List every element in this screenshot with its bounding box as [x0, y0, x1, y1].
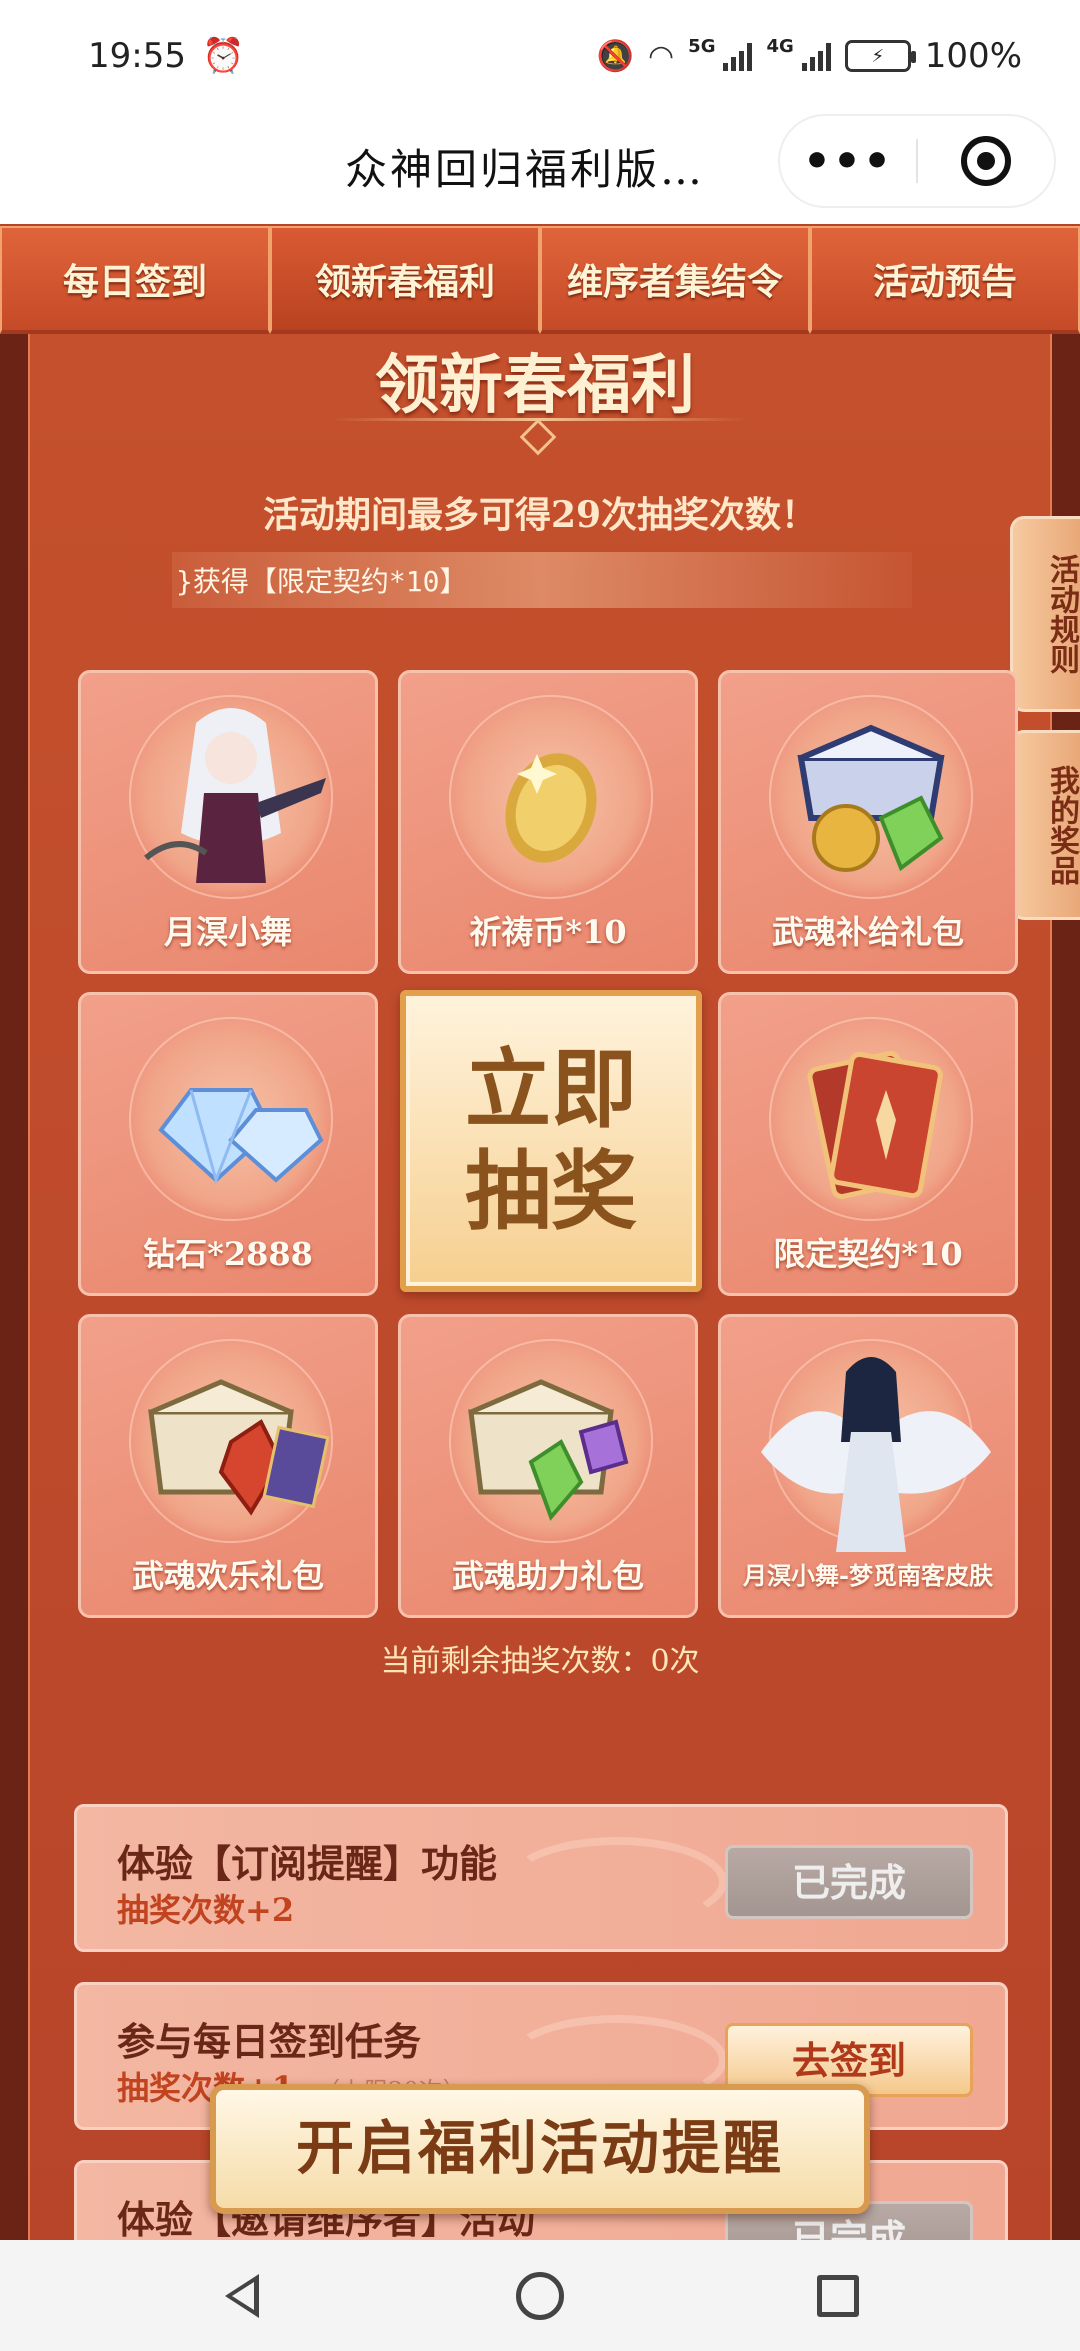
prize-cell: 钻石*2888	[78, 992, 378, 1296]
battery-icon: ⚡	[844, 40, 916, 72]
prize-cell: 武魂补给礼包	[718, 670, 1018, 974]
capsule-menu: •••	[778, 114, 1056, 208]
my-prizes-side-button[interactable]: 我的奖品	[1010, 730, 1080, 920]
character-portrait-icon	[81, 673, 375, 923]
tab-new-year-welfare[interactable]: 领新春福利	[270, 226, 540, 334]
contract-cards-icon	[721, 995, 1015, 1245]
prize-label: 祈祷币*10	[469, 913, 627, 951]
target-icon	[960, 136, 1011, 186]
prize-cell: 月溟小舞	[78, 670, 378, 974]
chest-crystal-icon	[81, 1317, 375, 1567]
more-button[interactable]: •••	[780, 136, 916, 187]
diamond-gems-icon	[81, 995, 375, 1245]
prize-cell: 限定契约*10	[718, 992, 1018, 1296]
task-completed-button[interactable]: 已完成	[725, 1845, 973, 1919]
page-title: 众神回归福利版…	[345, 145, 706, 194]
mute-icon: 🔕	[596, 38, 634, 74]
tab-daily-checkin[interactable]: 每日签到	[0, 226, 270, 334]
prize-label: 武魂补给礼包	[771, 913, 964, 951]
section-subtitle: 活动期间最多可得29次抽奖次数！	[262, 494, 818, 536]
prize-label: 月溟小舞	[163, 913, 292, 951]
tab-event-preview[interactable]: 活动预告	[810, 226, 1080, 334]
task-reward: 抽奖次数+2	[117, 1885, 294, 1931]
prize-cell: 武魂助力礼包	[398, 1314, 698, 1618]
recents-square-icon	[817, 2274, 859, 2317]
status-right: 🔕 ◠ 5G 4G ⚡ 100%	[597, 36, 1022, 76]
section-title: 领新春福利	[375, 348, 695, 423]
network-5g-label: 5G	[688, 36, 716, 57]
recents-button[interactable]	[689, 2274, 987, 2317]
tab-bar: 每日签到 领新春福利 维序者集结令 活动预告	[0, 226, 1080, 334]
network-4g-label: 4G	[766, 36, 794, 57]
character-skin-icon	[721, 1317, 1015, 1567]
chest-gems-icon	[401, 1317, 695, 1567]
draw-button-line2: 抽奖	[465, 1141, 637, 1242]
task-card: 体验【订阅提醒】功能 抽奖次数+2 已完成	[74, 1804, 1008, 1952]
prize-cell: 武魂欢乐礼包	[78, 1314, 378, 1618]
battery-percent: 100%	[924, 36, 1022, 76]
task-title: 体验【订阅提醒】功能	[117, 1841, 498, 1886]
prize-label: 月溟小舞-梦觅南客皮肤	[743, 1561, 993, 1590]
prize-label: 武魂欢乐礼包	[131, 1557, 324, 1595]
prize-label: 武魂助力礼包	[451, 1557, 644, 1595]
prize-label: 限定契约*10	[773, 1235, 963, 1273]
gold-coin-icon	[401, 673, 695, 923]
remaining-draws-text: 当前剩余抽奖次数：0次	[380, 1644, 700, 1679]
signal-5g-icon	[723, 41, 753, 71]
prize-cell: 祈祷币*10	[398, 670, 698, 974]
chest-coins-gems-icon	[721, 673, 1015, 923]
close-button[interactable]	[918, 136, 1054, 186]
home-button[interactable]	[391, 2271, 689, 2320]
system-nav-bar	[0, 2240, 1080, 2351]
status-bar: 19:55 ⏰ 🔕 ◠ 5G 4G ⚡ 100%	[0, 0, 1080, 112]
home-circle-icon	[516, 2271, 564, 2320]
tab-guardian-rally[interactable]: 维序者集结令	[540, 226, 810, 334]
task-reward-text: 抽奖次数+2	[117, 1891, 295, 1929]
wifi-icon: ◠	[647, 38, 675, 74]
prize-cell: 月溟小舞-梦觅南客皮肤	[718, 1314, 1018, 1618]
winner-marquee: }获得【限定契约*10】	[172, 552, 912, 608]
swirl-decoration	[507, 1837, 727, 1927]
back-button[interactable]	[93, 2273, 391, 2318]
back-triangle-icon	[225, 2273, 259, 2318]
enable-reminder-button[interactable]: 开启福利活动提醒	[210, 2084, 870, 2214]
prize-label: 钻石*2888	[143, 1235, 313, 1273]
title-bar: 众神回归福利版… •••	[0, 112, 1080, 224]
task-title: 参与每日签到任务	[117, 2019, 422, 2064]
rules-side-button[interactable]: 活动规则	[1010, 516, 1080, 712]
draw-now-button[interactable]: 立即 抽奖	[400, 990, 702, 1292]
draw-button-line1: 立即	[465, 1039, 637, 1140]
signal-4g-icon	[801, 41, 831, 71]
clock-time: 19:55	[88, 36, 186, 76]
alarm-icon: ⏰	[201, 36, 245, 76]
status-left: 19:55 ⏰	[88, 36, 244, 76]
